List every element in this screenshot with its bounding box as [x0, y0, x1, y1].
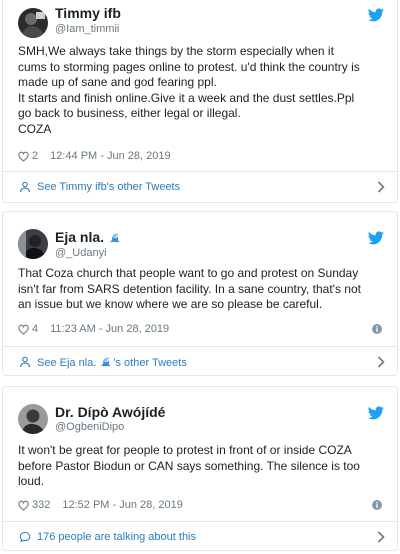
person-icon [19, 181, 31, 193]
tweet-card[interactable]: Timmy ifb @Iam_timmii SMH,We always take… [2, 0, 398, 203]
info-icon[interactable] [372, 500, 382, 510]
twitter-bird-icon[interactable] [368, 231, 384, 245]
avatar[interactable] [18, 229, 48, 259]
twitter-bird-icon[interactable] [368, 406, 384, 420]
heart-icon[interactable] [18, 324, 29, 335]
water-wave-emoji [100, 357, 113, 366]
chevron-right-icon[interactable] [377, 531, 385, 543]
tweet-card[interactable]: Dr. Dípò Awójídé @OgbeniDipo It won't be… [2, 386, 398, 551]
tweet-text: That Coza church that people want to go … [18, 266, 361, 311]
author-name[interactable]: Dr. Dípò Awójídé [55, 404, 165, 420]
timestamp[interactable]: 12:44 PM - Jun 28, 2019 [50, 150, 170, 162]
tweet-meta: 2 12:44 PM - Jun 28, 2019 [18, 149, 171, 163]
tweet-text: It won't be great for people to protest … [18, 443, 360, 488]
like-count: 332 [32, 499, 51, 511]
see-other-tweets-link[interactable]: See Timmy ifb's other Tweets [3, 172, 397, 202]
avatar[interactable] [18, 404, 48, 434]
avatar[interactable] [18, 8, 48, 38]
footer-label[interactable]: See Eja nla. 's other Tweets [37, 356, 187, 369]
speech-bubble-icon [19, 531, 31, 543]
like-count: 2 [32, 150, 39, 162]
author-name[interactable]: Eja nla. [55, 229, 122, 245]
footer-label[interactable]: 176 people are talking about this [37, 531, 196, 543]
author-handle[interactable]: @Iam_timmii [55, 23, 119, 35]
timestamp[interactable]: 12:52 PM - Jun 28, 2019 [62, 499, 182, 511]
timestamp[interactable]: 11:23 AM - Jun 28, 2019 [50, 323, 169, 335]
see-other-tweets-link[interactable]: See Eja nla. 's other Tweets [3, 347, 397, 375]
tweet-meta: 332 12:52 PM - Jun 28, 2019 [18, 498, 183, 512]
author-name[interactable]: Timmy ifb [55, 5, 121, 21]
chevron-right-icon[interactable] [377, 181, 385, 193]
author-handle[interactable]: @_Udanyi [55, 247, 107, 259]
tweet-text: SMH,We always take things by the storm e… [18, 44, 360, 136]
like-count: 4 [32, 323, 39, 335]
twitter-bird-icon[interactable] [368, 8, 384, 22]
footer-label[interactable]: See Timmy ifb's other Tweets [37, 181, 180, 193]
conversation-link[interactable]: 176 people are talking about this [3, 522, 397, 550]
author-handle[interactable]: @OgbeniDipo [55, 421, 124, 433]
person-icon [19, 356, 31, 368]
info-icon[interactable] [372, 324, 382, 334]
heart-icon[interactable] [18, 500, 29, 511]
tweet-card[interactable]: Eja nla. @_Udanyi That Coza church that … [2, 211, 398, 376]
heart-icon[interactable] [18, 151, 29, 162]
chevron-right-icon[interactable] [377, 356, 385, 368]
water-wave-emoji [109, 233, 121, 243]
tweet-meta: 4 11:23 AM - Jun 28, 2019 [18, 322, 169, 336]
